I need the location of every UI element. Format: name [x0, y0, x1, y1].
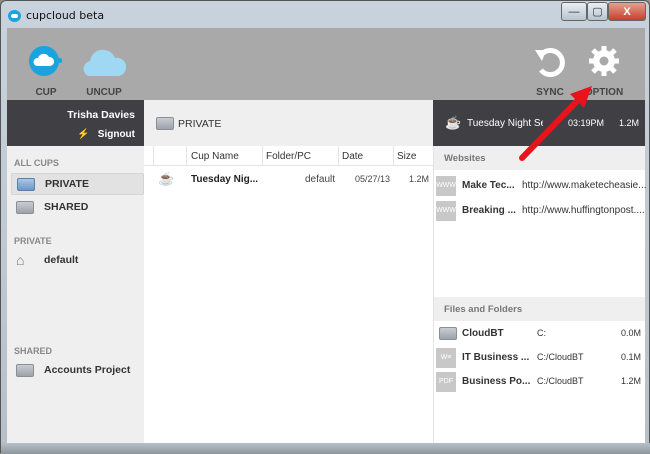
column-header-folder[interactable]: Folder/PC	[266, 151, 311, 162]
website-url: http://www.huffingtonpost....	[522, 205, 645, 216]
file-size: 1.2M	[620, 376, 641, 386]
www-icon: WWW	[436, 176, 456, 196]
home-icon: ⌂	[16, 252, 25, 268]
file-name: IT Business ...	[462, 352, 530, 363]
app-logo-icon	[8, 10, 21, 22]
sidebar-heading-private: PRIVATE	[14, 236, 52, 246]
cup-cloud-icon	[29, 46, 62, 76]
user-name: Trisha Davies	[67, 109, 135, 121]
lightning-icon: ⚡	[77, 129, 90, 140]
folder-icon	[439, 327, 457, 340]
www-icon: WWW	[436, 201, 456, 221]
file-path: C:/CloudBT	[537, 376, 584, 386]
sync-label: SYNC	[536, 87, 564, 98]
file-name: Business Po...	[462, 376, 531, 387]
column-header-cup-name[interactable]: Cup Name	[191, 151, 239, 162]
breadcrumb-bar: PRIVATE	[144, 100, 433, 146]
file-size: 0.1M	[620, 352, 641, 362]
table-row[interactable]: ☕ Tuesday Nig... default 05/27/13 1.2M	[144, 170, 433, 190]
cup-date: 05/27/13	[355, 174, 391, 184]
breadcrumb: PRIVATE	[178, 117, 222, 130]
option-label: OPTION	[584, 87, 624, 98]
window-title: cupcloud beta	[26, 9, 105, 22]
signout-label: Signout	[97, 129, 135, 140]
column-header-date[interactable]: Date	[342, 151, 363, 162]
cup-folder: default	[305, 174, 336, 185]
column-header-size[interactable]: Size	[397, 151, 416, 162]
word-doc-icon: W≡	[436, 348, 456, 368]
sidebar-item-label: default	[44, 254, 79, 266]
file-item[interactable]: PDF Business Po... C:/CloudBT 1.2M	[434, 371, 645, 393]
option-button[interactable]: OPTION	[579, 44, 629, 98]
file-path: C:	[537, 328, 546, 338]
pdf-icon: PDF	[436, 372, 456, 392]
sidebar-item-shared[interactable]: SHARED	[11, 196, 144, 218]
cup-label: CUP	[35, 87, 57, 98]
uncup-cloud-icon	[83, 49, 127, 76]
sidebar-item-label: PRIVATE	[45, 178, 89, 190]
minimize-button[interactable]: —	[561, 2, 587, 21]
folder-icon	[156, 117, 174, 130]
cup-table: Cup Name Folder/PC Date Size ☕ Tuesday N…	[144, 146, 433, 443]
file-path: C:/CloudBT	[537, 352, 584, 362]
window-frame-bottom	[1, 443, 650, 454]
coffee-cup-icon: ☕	[158, 171, 175, 186]
file-item[interactable]: CloudBT C: 0.0M	[434, 323, 645, 345]
sync-icon	[535, 48, 565, 78]
now-playing-bar[interactable]: ☕ Tuesday Night Sessi 03:19PM 1.2M	[433, 100, 645, 146]
sidebar: ALL CUPS PRIVATE SHARED PRIVATE ⌂ default…	[7, 146, 144, 443]
files-heading: Files and Folders	[434, 297, 645, 321]
cup-name: Tuesday Nig...	[191, 174, 259, 185]
sidebar-item-label: Accounts Project	[44, 364, 131, 376]
folder-icon	[16, 363, 34, 377]
coffee-cup-icon: ☕	[445, 115, 462, 130]
user-panel: Trisha Davies ⚡ Signout	[7, 100, 144, 146]
now-playing-time: 03:19PM	[568, 118, 605, 128]
folder-icon	[17, 177, 35, 191]
website-url: http://www.maketecheasie...	[522, 180, 647, 191]
uncup-button[interactable]: UNCUP	[79, 44, 129, 98]
gear-icon	[589, 46, 619, 76]
sidebar-item-default[interactable]: ⌂ default	[11, 249, 144, 271]
file-size: 0.0M	[620, 328, 641, 338]
website-item[interactable]: WWW Breaking ... http://www.huffingtonpost…	[434, 200, 645, 222]
sidebar-heading-shared: SHARED	[14, 346, 53, 356]
sync-button[interactable]: SYNC	[525, 44, 575, 98]
website-item[interactable]: WWW Make Tec... http://www.maketecheasie..…	[434, 175, 647, 197]
file-item[interactable]: W≡ IT Business ... C:/CloudBT 0.1M	[434, 347, 645, 369]
title-bar: cupcloud beta — ▢ X	[1, 1, 649, 28]
toolbar: CUP UNCUP SYNC OPTION	[7, 28, 645, 100]
signout-link[interactable]: ⚡ Signout	[7, 129, 135, 140]
right-panel: Websites WWW Make Tec... http://www.makete…	[433, 146, 647, 443]
sidebar-item-label: SHARED	[44, 201, 89, 213]
uncup-label: UNCUP	[86, 87, 122, 98]
now-playing-size: 1.2M	[619, 118, 640, 128]
now-playing-name: Tuesday Night Sessi	[467, 118, 543, 129]
cup-size: 1.2M	[409, 174, 430, 184]
close-button[interactable]: X	[608, 2, 646, 21]
cup-button[interactable]: CUP	[21, 44, 71, 98]
file-name: CloudBT	[462, 328, 504, 339]
website-name: Breaking ...	[462, 205, 516, 216]
website-name: Make Tec...	[462, 180, 515, 191]
app-window: cupcloud beta — ▢ X CUP UNCUP SYNC OPTIO…	[0, 0, 650, 454]
maximize-button[interactable]: ▢	[587, 2, 608, 21]
sidebar-item-private[interactable]: PRIVATE	[11, 173, 144, 195]
websites-heading: Websites	[434, 146, 645, 170]
sidebar-item-accounts-project[interactable]: Accounts Project	[11, 359, 144, 381]
sidebar-heading-all-cups: ALL CUPS	[14, 158, 59, 168]
table-header: Cup Name Folder/PC Date Size	[144, 146, 433, 166]
folder-icon	[16, 200, 34, 214]
